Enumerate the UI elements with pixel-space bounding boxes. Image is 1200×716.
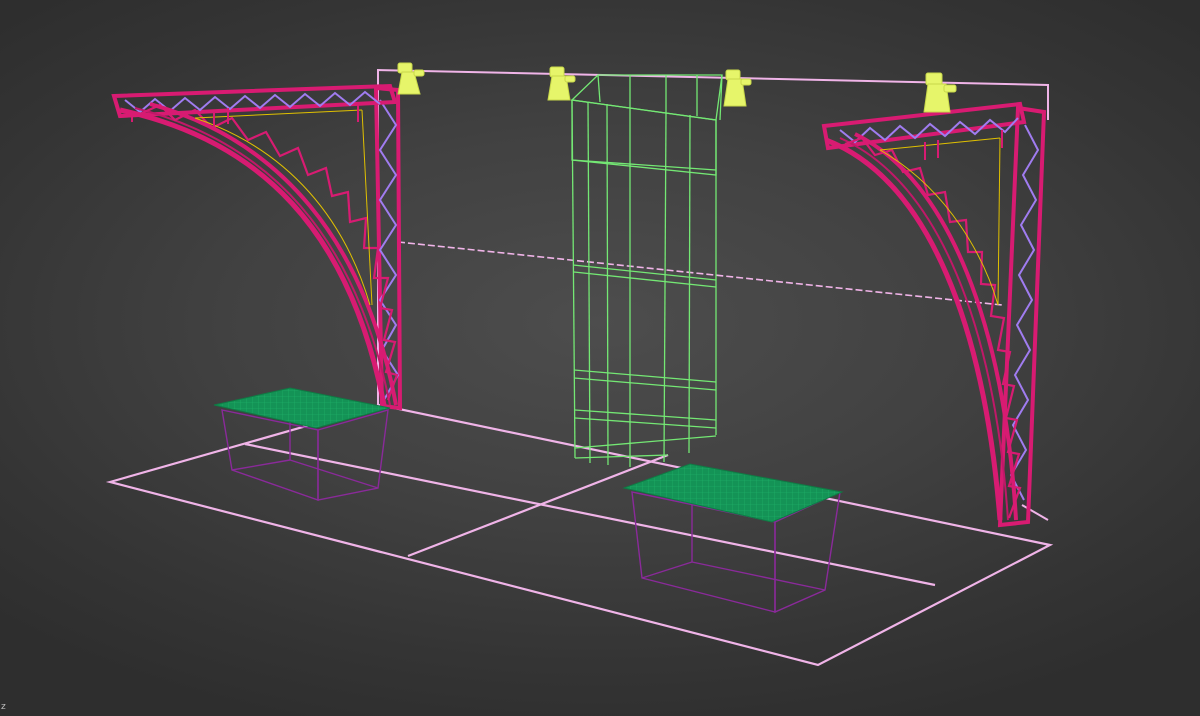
- spotlight-3[interactable]: [723, 69, 752, 107]
- right-counter[interactable]: [622, 463, 844, 614]
- right-curved-truss[interactable]: [821, 101, 1047, 528]
- spotlight-1[interactable]: [397, 62, 425, 95]
- scene-canvas[interactable]: [0, 0, 1200, 716]
- axis-glyph: z: [1, 702, 6, 712]
- back-wall-outline[interactable]: [377, 68, 1049, 521]
- spotlight-2[interactable]: [547, 66, 576, 101]
- spotlight-4[interactable]: [923, 72, 957, 113]
- booth-floor-outline[interactable]: [105, 403, 1054, 667]
- center-display-tower[interactable]: [570, 74, 723, 467]
- left-curved-truss[interactable]: [111, 83, 403, 411]
- perspective-viewport[interactable]: z: [0, 0, 1200, 716]
